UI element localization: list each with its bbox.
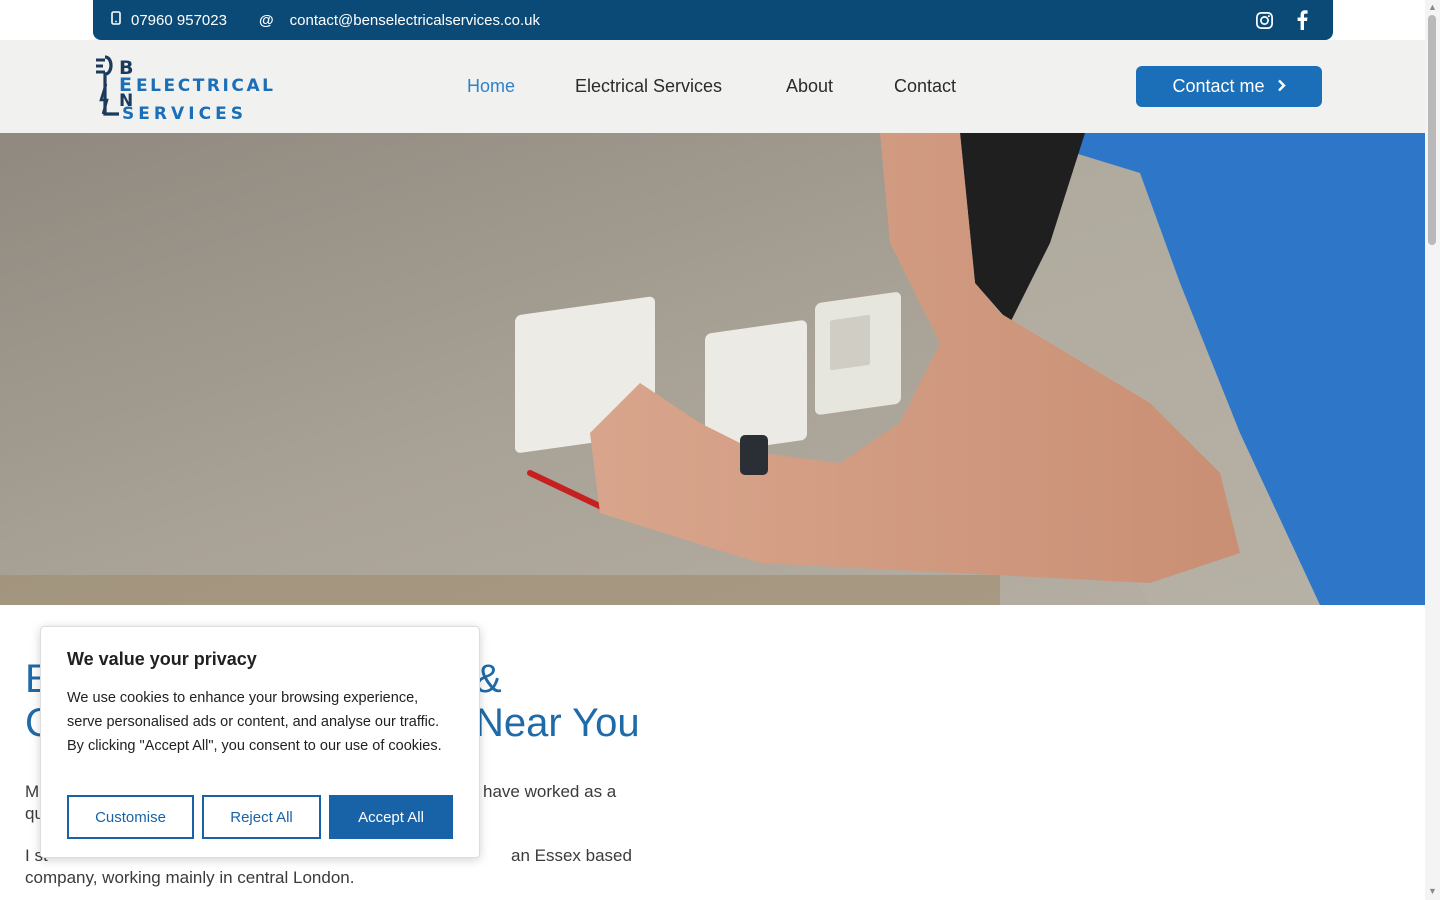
scroll-up-icon[interactable]: ▲	[1427, 2, 1438, 13]
para2-line2: company, working mainly in central Londo…	[25, 868, 355, 887]
contact-me-button[interactable]: Contact me	[1136, 66, 1322, 107]
email-contact[interactable]: @ contact@benselectricalservices.co.uk	[259, 0, 540, 40]
wall-socket-3	[815, 292, 901, 415]
site-header: B E ELECTRICAL N SERVICES Home Electrica…	[0, 40, 1425, 133]
chevron-right-icon	[1277, 76, 1286, 97]
para2-end: an Essex based	[511, 846, 632, 865]
site-logo[interactable]: B E ELECTRICAL N SERVICES	[93, 54, 275, 124]
top-info-bar: 07960 957023 @ contact@benselectricalser…	[93, 0, 1333, 40]
nav-home[interactable]: Home	[467, 76, 515, 97]
at-icon: @	[259, 11, 274, 29]
phone-number[interactable]: 07960 957023	[131, 12, 227, 29]
phone-icon	[111, 11, 121, 29]
logo-word-electrical: ELECTRICAL	[136, 76, 273, 96]
reject-all-button[interactable]: Reject All	[202, 795, 321, 839]
instagram-icon[interactable]	[1253, 9, 1275, 31]
para1-start: M	[25, 782, 40, 801]
facebook-icon[interactable]	[1291, 9, 1313, 31]
para1-end: have worked as a	[483, 782, 617, 801]
cookie-buttons: Customise Reject All Accept All	[67, 795, 453, 839]
hero-image	[0, 133, 1425, 605]
scrollbar-thumb[interactable]	[1428, 15, 1436, 245]
accept-all-button[interactable]: Accept All	[329, 795, 453, 839]
logo-word-services: SERVICES	[122, 104, 243, 120]
nav-about[interactable]: About	[786, 76, 833, 97]
scroll-down-icon[interactable]: ▼	[1427, 886, 1438, 897]
phone-contact[interactable]: 07960 957023	[111, 0, 227, 40]
nav-contact[interactable]: Contact	[894, 76, 956, 97]
cookie-title: We value your privacy	[67, 649, 257, 669]
customise-button[interactable]: Customise	[67, 795, 194, 839]
cookie-consent-panel: We value your privacy We use cookies to …	[40, 626, 480, 858]
heading-line2-end: Near You	[475, 701, 640, 745]
contact-me-label: Contact me	[1172, 76, 1265, 96]
nav-electrical-services[interactable]: Electrical Services	[575, 76, 722, 97]
email-address[interactable]: contact@benselectricalservices.co.uk	[290, 12, 540, 29]
cookie-text: We use cookies to enhance your browsing …	[67, 690, 442, 754]
